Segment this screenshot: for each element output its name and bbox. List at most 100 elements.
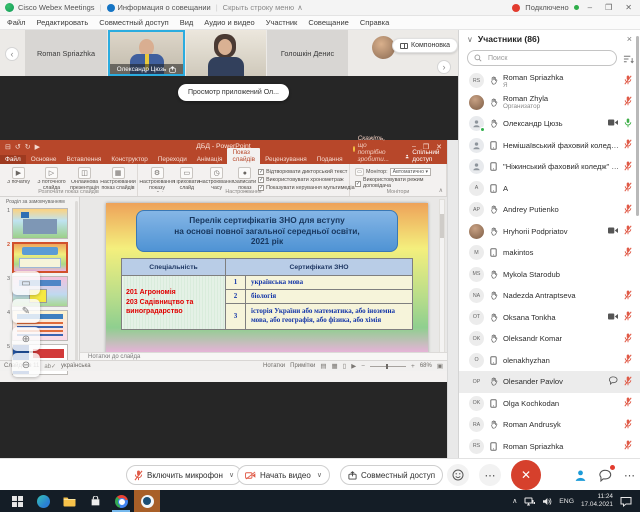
chevron-down-icon[interactable]: ∨ xyxy=(317,471,322,479)
notes-toggle[interactable]: Нотатки xyxy=(263,363,285,369)
taskbar-explorer[interactable] xyxy=(56,490,82,512)
mic-muted-icon[interactable] xyxy=(624,139,632,151)
monitor-dropdown[interactable]: Автоматично ▾ xyxy=(389,168,432,176)
fit-slide-icon[interactable]: ▣ xyxy=(437,362,443,370)
participant-row[interactable]: Немішаївський фаховий коледж ... xyxy=(459,135,640,157)
volume-icon[interactable] xyxy=(542,497,552,506)
slide-thumbnail[interactable]: 1 xyxy=(3,208,79,239)
redo-icon[interactable] xyxy=(25,143,31,151)
mic-muted-icon[interactable] xyxy=(624,182,632,194)
participants-toggle-button[interactable] xyxy=(572,467,589,483)
mic-muted-icon[interactable] xyxy=(624,96,632,108)
slide-thumbnail[interactable]: 2 xyxy=(3,242,79,273)
mic-muted-icon[interactable] xyxy=(624,397,632,409)
start-button[interactable] xyxy=(4,490,30,512)
more-options-button[interactable] xyxy=(479,464,501,486)
participants-search[interactable] xyxy=(467,50,617,66)
menu-item-совещание[interactable]: Совещание xyxy=(308,18,349,27)
action-center-icon[interactable] xyxy=(620,496,632,507)
normal-view-icon[interactable]: ▤ xyxy=(320,362,326,370)
participant-row[interactable]: OP Olesander Pavlov xyxy=(459,371,640,393)
reading-view-icon[interactable]: ▯ xyxy=(343,362,347,370)
annotation-zoom-out-button[interactable] xyxy=(12,353,40,377)
mic-muted-icon[interactable] xyxy=(624,354,632,366)
taskbar-store[interactable] xyxy=(82,490,108,512)
mic-muted-icon[interactable] xyxy=(624,225,632,237)
mic-muted-icon[interactable] xyxy=(624,419,632,431)
participant-row[interactable]: AP Andrey Putienko xyxy=(459,199,640,221)
minimize-button[interactable] xyxy=(584,3,596,12)
menu-item-совместный-доступ[interactable]: Совместный доступ xyxy=(99,18,168,27)
share-content-button[interactable]: Совместный доступ xyxy=(340,465,444,485)
taskbar-edge[interactable] xyxy=(30,490,56,512)
video-tile[interactable]: Roman Spriazhka xyxy=(25,30,107,76)
mic-muted-icon[interactable] xyxy=(624,290,632,302)
ppt-tab[interactable]: Рецензування xyxy=(260,155,312,164)
ribbon-checkbox[interactable]: ✓ Відтворювати дикторський текст xyxy=(258,169,355,175)
start-video-button[interactable]: Начать видео ∨ xyxy=(237,465,330,485)
undo-icon[interactable] xyxy=(15,143,21,151)
ppt-tab[interactable]: Переходи xyxy=(153,155,192,164)
more-panels-button[interactable] xyxy=(621,467,638,483)
keyboard-language[interactable]: ENG xyxy=(559,498,574,505)
presenter-view-checkbox[interactable]: ✓ xyxy=(355,180,361,187)
collapse-panel-icon[interactable] xyxy=(467,35,473,44)
mic-muted-icon[interactable] xyxy=(624,311,632,323)
participant-row[interactable]: RA Roman Andrusyk xyxy=(459,414,640,436)
ppt-tab[interactable]: Файл xyxy=(0,155,26,164)
save-icon[interactable] xyxy=(5,143,11,151)
zoom-in-icon[interactable]: + xyxy=(411,363,415,370)
video-tile-active-speaker[interactable]: Олександр Цюзь xyxy=(108,30,185,76)
video-tile[interactable] xyxy=(186,30,266,76)
mic-muted-icon[interactable] xyxy=(624,204,632,216)
tell-me-box[interactable]: Скажіть, що потрібно зробити... xyxy=(358,135,393,163)
menu-item-редактировать[interactable]: Редактировать xyxy=(36,18,88,27)
annotation-pen-button[interactable] xyxy=(12,299,40,323)
ribbon-checkbox[interactable]: ✓ Використовувати хронометраж xyxy=(258,177,355,183)
ppt-share-button[interactable]: Спільний доступ xyxy=(412,149,442,163)
clock[interactable]: 11:24 17.04.2021 xyxy=(581,493,613,509)
annotation-zoom-in-button[interactable] xyxy=(12,327,40,351)
slide-scrollbar[interactable] xyxy=(439,199,445,369)
slideshow-view-icon[interactable]: ▶ xyxy=(351,362,356,370)
mic-muted-icon[interactable] xyxy=(624,440,632,452)
filmstrip-next-button[interactable] xyxy=(437,60,451,74)
participant-row[interactable]: OK Olga Kochkodan xyxy=(459,393,640,415)
leave-meeting-button[interactable]: ✕ xyxy=(511,460,541,490)
participant-row[interactable]: OK Oleksandr Komar xyxy=(459,328,640,350)
slideshow-icon[interactable] xyxy=(35,143,40,151)
participant-row[interactable]: OT Oksana Tonkha xyxy=(459,307,640,329)
participant-row[interactable]: Mmakintos xyxy=(459,242,640,264)
mic-muted-icon[interactable] xyxy=(624,75,632,87)
comments-toggle[interactable]: Примітки xyxy=(290,363,315,369)
annotation-screen-button[interactable] xyxy=(12,271,40,295)
filmstrip-prev-button[interactable] xyxy=(5,47,19,61)
video-tile[interactable]: Голошкін Денис xyxy=(267,30,348,76)
language-indicator[interactable]: українська xyxy=(61,363,91,369)
participant-row[interactable]: Hryhorii Podpriatov xyxy=(459,221,640,243)
participant-row[interactable]: Roman Zhyla Организатор xyxy=(459,92,640,114)
maximize-button[interactable] xyxy=(601,3,616,12)
slide-sorter-icon[interactable]: ▦ xyxy=(332,362,338,370)
tray-expand-icon[interactable]: ∧ xyxy=(512,497,517,505)
notes-pane[interactable]: Нотатки до слайда xyxy=(80,352,447,360)
participant-row[interactable]: AA xyxy=(459,178,640,200)
menu-item-участник[interactable]: Участник xyxy=(266,18,298,27)
ppt-tab[interactable]: Анімація xyxy=(192,155,228,164)
unmute-button[interactable]: Включить микрофон ∨ xyxy=(126,465,243,485)
menu-item-аудио-и-видео[interactable]: Аудио и видео xyxy=(204,18,254,27)
chevron-down-icon[interactable]: ∨ xyxy=(229,471,234,479)
reactions-button[interactable] xyxy=(447,464,469,486)
search-input[interactable] xyxy=(486,53,610,63)
network-icon[interactable] xyxy=(524,497,536,506)
participants-scrollbar[interactable] xyxy=(636,36,639,216)
mic-muted-icon[interactable] xyxy=(624,161,632,173)
participant-row[interactable]: "Ніжинський фаховий коледж" М... xyxy=(459,156,640,178)
participant-row[interactable]: RS Roman Spriazhka xyxy=(459,436,640,458)
layout-button[interactable]: Компоновка xyxy=(392,38,459,53)
zoom-slider[interactable] xyxy=(370,363,407,369)
ppt-tab[interactable]: Вставлення xyxy=(61,155,106,164)
ppt-tab[interactable]: Конструктор xyxy=(106,155,152,164)
zoom-out-icon[interactable]: − xyxy=(361,363,365,370)
taskbar-chrome[interactable] xyxy=(108,490,134,512)
